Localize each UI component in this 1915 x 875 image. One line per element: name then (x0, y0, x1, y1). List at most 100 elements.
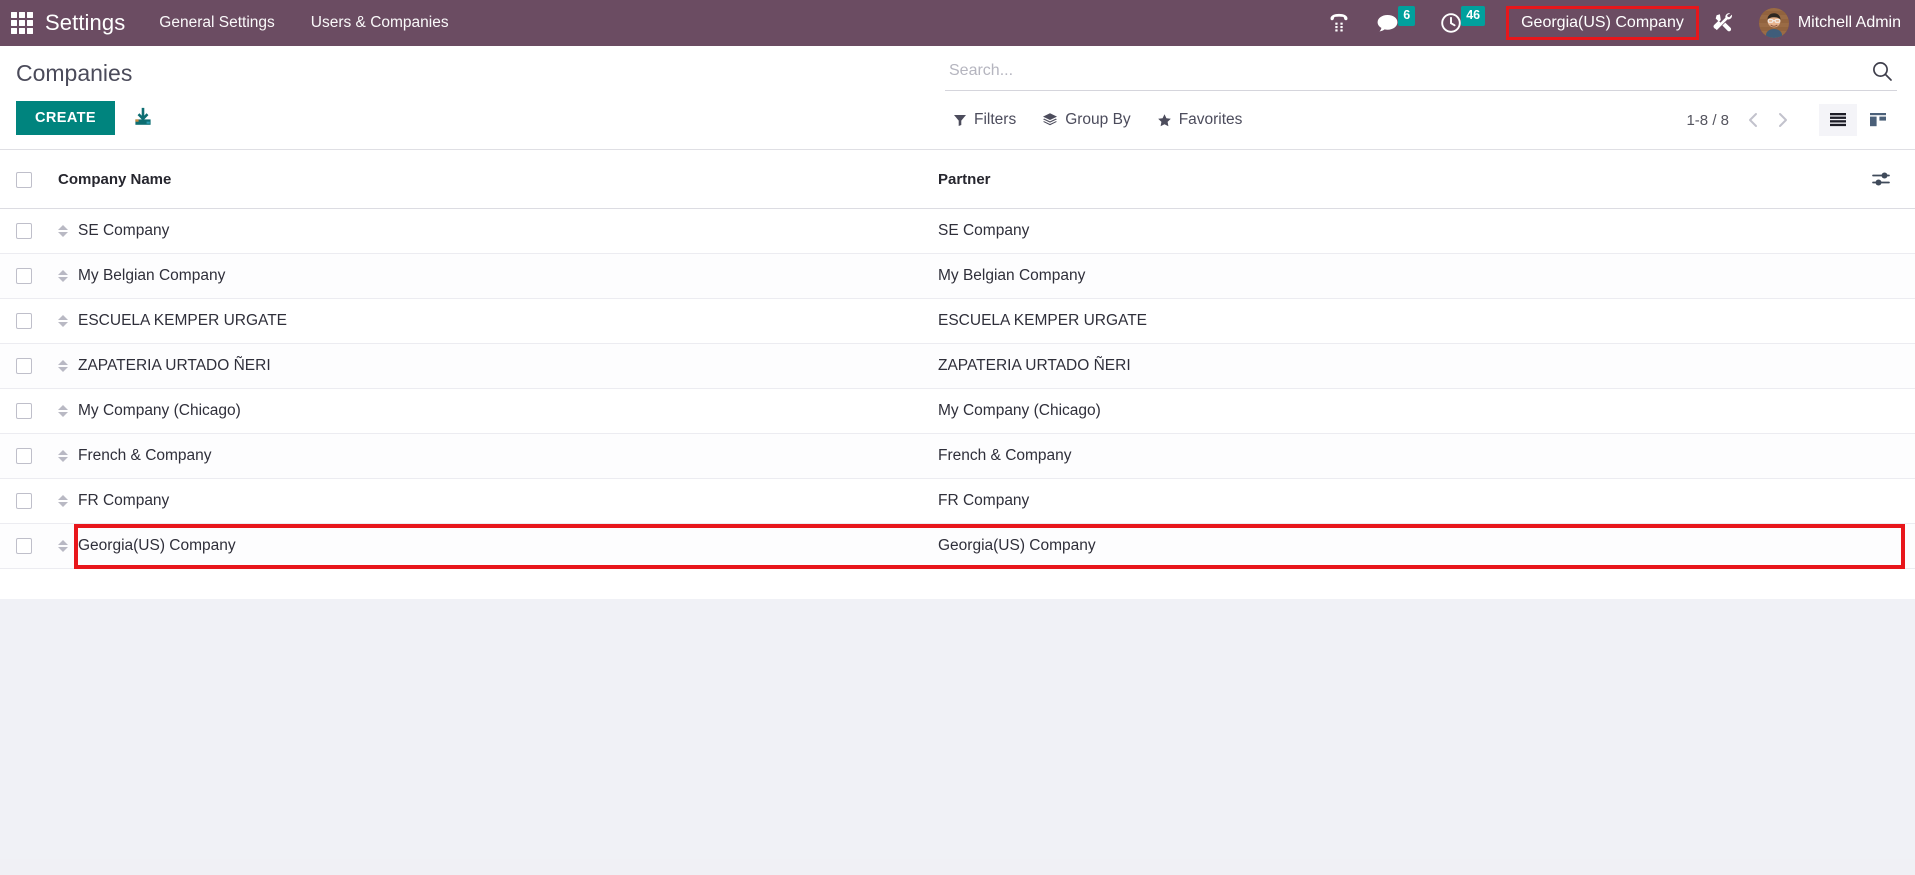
table-row[interactable]: FR Company FR Company (0, 478, 1915, 524)
pager-arrows (1743, 109, 1793, 131)
layers-icon (1043, 113, 1058, 126)
list-icon (1830, 113, 1846, 127)
cell-partner: French & Company (938, 433, 1835, 479)
row-select-cell (0, 388, 58, 434)
control-panel-right: Filters Group By F (945, 46, 1915, 149)
row-checkbox[interactable] (16, 447, 32, 464)
messages-button[interactable]: 6 (1363, 0, 1427, 46)
column-header-partner[interactable]: Partner (938, 150, 1835, 209)
company-selector[interactable]: Georgia(US) Company (1506, 6, 1699, 40)
cell-company-name: My Company (Chicago) (58, 388, 938, 434)
table-row[interactable]: SE Company SE Company (0, 208, 1915, 254)
import-button[interactable] (128, 103, 158, 133)
view-switcher (1819, 104, 1897, 136)
pager-range: 1-8 / 8 (1686, 111, 1729, 129)
company-name-text: My Belgian Company (78, 267, 226, 284)
nav-users-companies[interactable]: Users & Companies (311, 14, 449, 32)
search-icon (1873, 62, 1892, 81)
select-all-checkbox[interactable] (16, 171, 32, 188)
cell-partner: My Belgian Company (938, 253, 1835, 299)
row-checkbox[interactable] (16, 492, 32, 509)
row-drag-handle-icon[interactable] (58, 315, 68, 327)
chat-bubble-icon (1377, 15, 1398, 32)
create-button[interactable]: CREATE (16, 100, 115, 135)
pager-previous-button[interactable] (1743, 109, 1763, 131)
row-checkbox[interactable] (16, 222, 32, 239)
row-select-cell (0, 343, 58, 389)
partner-text: ESCUELA KEMPER URGATE (938, 312, 1148, 329)
partner-text: SE Company (938, 222, 1030, 239)
column-header-company-name[interactable]: Company Name (58, 150, 938, 209)
table-row[interactable]: French & Company French & Company (0, 433, 1915, 479)
pager-next-button[interactable] (1773, 109, 1793, 131)
table-row[interactable]: My Belgian Company My Belgian Company (0, 253, 1915, 299)
search-input[interactable] (945, 58, 1867, 84)
developer-tools-button[interactable] (1698, 0, 1749, 46)
row-select-cell (0, 298, 58, 344)
action-buttons: CREATE (16, 100, 945, 149)
company-name-text: Georgia(US) Company (78, 537, 236, 554)
pager-group: 1-8 / 8 (1686, 104, 1897, 136)
table-row[interactable]: My Company (Chicago) My Company (Chicago) (0, 388, 1915, 434)
row-drag-handle-icon[interactable] (58, 450, 68, 462)
favorites-button[interactable]: Favorites (1157, 111, 1242, 129)
row-drag-handle-icon[interactable] (58, 540, 68, 552)
row-checkbox[interactable] (16, 357, 32, 374)
partner-text: My Belgian Company (938, 267, 1086, 284)
cell-partner: ESCUELA KEMPER URGATE (938, 298, 1835, 344)
messages-count-badge: 6 (1398, 6, 1416, 26)
cell-end-spacer (1835, 478, 1915, 524)
top-navbar: Settings General Settings Users & Compan… (0, 0, 1915, 46)
voip-phone-button[interactable] (1315, 0, 1363, 46)
group-by-button[interactable]: Group By (1042, 111, 1131, 129)
cell-company-name: Georgia(US) Company (58, 523, 938, 569)
app-brand-settings[interactable]: Settings (45, 10, 125, 36)
list-view-button[interactable] (1819, 104, 1857, 136)
row-select-cell (0, 208, 58, 254)
cell-company-name: FR Company (58, 478, 938, 524)
companies-table: Company Name Partner SE Company SE Compan… (0, 150, 1915, 569)
activities-button[interactable]: 46 (1427, 0, 1497, 46)
company-name-text: ZAPATERIA URTADO ÑERI (78, 357, 271, 374)
filter-buttons: Filters Group By Favorites (953, 111, 1242, 129)
filter-row: Filters Group By Favorites 1-8 / 8 (945, 91, 1915, 149)
table-row[interactable]: ESCUELA KEMPER URGATE ESCUELA KEMPER URGA… (0, 298, 1915, 344)
control-panel-left: Companies CREATE (0, 46, 945, 149)
cell-end-spacer (1835, 298, 1915, 344)
user-menu[interactable]: Mitchell Admin (1749, 8, 1915, 38)
row-drag-handle-icon[interactable] (58, 360, 68, 372)
chevron-right-icon (1779, 113, 1787, 127)
table-row[interactable]: ZAPATERIA URTADO ÑERI ZAPATERIA URTADO ÑE… (0, 343, 1915, 389)
company-name-text: FR Company (78, 492, 170, 509)
table-head: Company Name Partner (0, 150, 1915, 209)
kanban-view-button[interactable] (1859, 104, 1897, 136)
clock-icon (1441, 13, 1461, 33)
company-name-text: ESCUELA KEMPER URGATE (78, 312, 288, 329)
filters-label: Filters (974, 111, 1017, 128)
row-drag-handle-icon[interactable] (58, 495, 68, 507)
chevron-left-icon (1749, 113, 1757, 127)
filters-button[interactable]: Filters (953, 111, 1016, 129)
cell-end-spacer (1835, 208, 1915, 254)
row-drag-handle-icon[interactable] (58, 405, 68, 417)
nav-general-settings[interactable]: General Settings (159, 14, 274, 32)
row-select-cell (0, 523, 58, 569)
optional-columns-button[interactable] (1867, 166, 1897, 192)
partner-text: Georgia(US) Company (938, 537, 1096, 554)
row-checkbox[interactable] (16, 402, 32, 419)
partner-text: FR Company (938, 492, 1030, 509)
row-drag-handle-icon[interactable] (58, 270, 68, 282)
search-box[interactable] (945, 58, 1897, 91)
company-name-text: SE Company (78, 222, 170, 239)
search-button[interactable] (1867, 60, 1897, 82)
row-checkbox[interactable] (16, 312, 32, 329)
apps-grid-icon[interactable] (9, 10, 35, 36)
row-checkbox[interactable] (16, 537, 32, 554)
row-drag-handle-icon[interactable] (58, 225, 68, 237)
table-row[interactable]: Georgia(US) Company Georgia(US) Company (0, 523, 1915, 569)
row-checkbox[interactable] (16, 267, 32, 284)
select-all-header (0, 150, 58, 209)
partner-text: My Company (Chicago) (938, 402, 1101, 419)
user-name: Mitchell Admin (1797, 14, 1901, 31)
cell-company-name: SE Company (58, 208, 938, 254)
